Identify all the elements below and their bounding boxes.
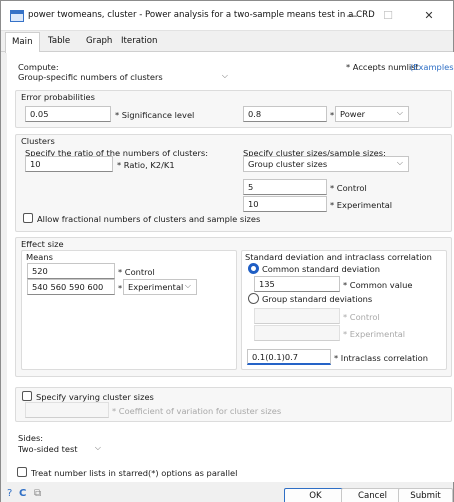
chevron-down-icon: ⌵ [94, 443, 101, 452]
main-panel: Compute: * Accepts numlist (Examples) Gr… [7, 52, 454, 482]
chevron-down-icon: ⌵ [184, 281, 191, 290]
control-size-input[interactable]: 5 [243, 179, 327, 195]
icc-label: * Intraclass correlation [334, 353, 428, 363]
dialog-window: power twomeans, cluster - Power analysis… [0, 0, 454, 502]
experimental-means-star: * [118, 283, 123, 293]
clusters-title: Clusters [21, 136, 55, 146]
varying-cluster-sizes-label[interactable]: Specify varying cluster sizes [36, 392, 154, 402]
window-title: power twomeans, cluster - Power analysis… [28, 10, 375, 20]
compute-select[interactable]: Group-specific numbers of clusters ⌵ [16, 70, 233, 86]
ratio-suffix: * Ratio, K2/K1 [117, 160, 175, 170]
gsd-experimental-label: * Experimental [343, 329, 406, 339]
submit-button[interactable]: Submit [398, 488, 453, 502]
numlist-note: * Accepts numlist [346, 62, 419, 72]
maximize-button[interactable]: ☐ [370, 6, 406, 26]
power-select-value: Power [340, 109, 366, 119]
power-select[interactable]: Power ⌵ [335, 106, 409, 122]
cv-label: * Coefficient of variation for cluster s… [112, 406, 282, 416]
power-star: * [330, 110, 335, 120]
sd-icc-title: Standard deviation and intraclass correl… [245, 252, 432, 262]
gsd-experimental-input [254, 325, 340, 341]
experimental-size-label: * Experimental [330, 200, 393, 210]
significance-label: * Significance level [115, 110, 195, 120]
sides-select[interactable]: Two-sided test ⌵ [16, 442, 106, 458]
group-sd-radio[interactable] [248, 293, 259, 304]
experimental-means-select[interactable]: Experimental ⌵ [123, 279, 197, 295]
parallel-checkbox[interactable] [17, 467, 27, 477]
examples-link[interactable]: (Examples) [410, 62, 454, 72]
cluster-sizes-select-value: Group cluster sizes [248, 159, 328, 169]
gsd-control-label: * Control [343, 312, 380, 322]
power-input[interactable]: 0.8 [243, 106, 327, 122]
experimental-means-input[interactable]: 540 560 590 600 [27, 279, 115, 295]
button-bar: ? C ⧉ OK Cancel Submit [1, 483, 453, 502]
experimental-means-select-value: Experimental [128, 282, 184, 292]
cancel-button[interactable]: Cancel [341, 488, 404, 502]
gsd-control-input [254, 308, 340, 324]
common-sd-label[interactable]: Common standard deviation [262, 264, 380, 274]
minimize-button[interactable]: — [334, 6, 370, 26]
tab-graph[interactable]: Graph [86, 36, 112, 46]
icc-input[interactable]: 0.1(0.1)0.7 [247, 349, 331, 365]
varying-cluster-sizes-checkbox[interactable] [22, 391, 32, 401]
cluster-sizes-select[interactable]: Group cluster sizes ⌵ [243, 156, 409, 172]
effect-size-title: Effect size [21, 239, 64, 249]
help-icon[interactable]: ? [7, 488, 12, 500]
copy-icon[interactable]: ⧉ [34, 488, 41, 500]
common-value-input[interactable]: 135 [254, 276, 340, 292]
allow-fractional-label[interactable]: Allow fractional numbers of clusters and… [37, 214, 260, 224]
cv-input [25, 402, 109, 418]
common-value-label: * Common value [343, 280, 413, 290]
allow-fractional-checkbox[interactable] [23, 213, 33, 223]
significance-input[interactable]: 0.05 [25, 106, 111, 122]
tab-table[interactable]: Table [48, 36, 70, 46]
control-mean-input[interactable]: 520 [27, 263, 115, 279]
common-sd-radio[interactable] [248, 263, 259, 274]
parallel-label[interactable]: Treat number lists in starred(*) options… [31, 468, 237, 478]
chevron-down-icon: ⌵ [221, 71, 228, 80]
means-title: Means [26, 252, 53, 262]
chevron-down-icon: ⌵ [396, 158, 403, 167]
ratio-input[interactable]: 10 [25, 156, 113, 172]
reset-icon[interactable]: C [19, 488, 26, 500]
chevron-down-icon: ⌵ [396, 108, 403, 117]
control-size-label: * Control [330, 183, 367, 193]
compute-select-value: Group-specific numbers of clusters [18, 72, 163, 82]
window-app-icon [10, 10, 24, 22]
group-sd-label[interactable]: Group standard deviations [262, 294, 372, 304]
tab-main[interactable]: Main [5, 32, 40, 53]
tab-strip: Main Table Graph Iteration [1, 32, 453, 53]
close-button[interactable]: ✕ [411, 6, 447, 26]
error-probabilities-title: Error probabilities [21, 92, 95, 102]
sides-select-value: Two-sided test [18, 444, 78, 454]
experimental-size-input[interactable]: 10 [243, 196, 327, 212]
tab-iteration[interactable]: Iteration [121, 36, 157, 46]
ok-button[interactable]: OK [284, 488, 347, 502]
title-bar: power twomeans, cluster - Power analysis… [1, 1, 453, 31]
control-mean-label: * Control [118, 267, 155, 277]
